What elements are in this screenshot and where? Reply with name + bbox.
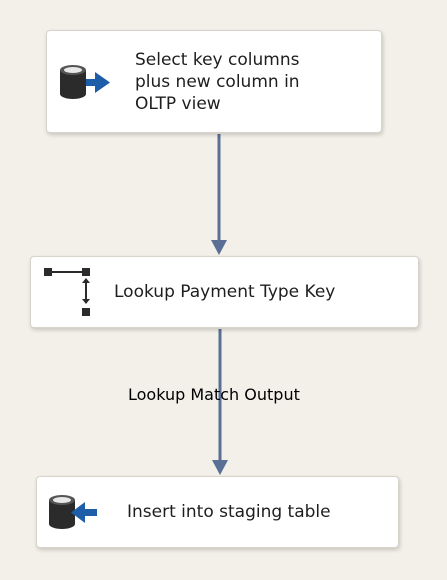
path-source-to-lookup[interactable]	[211, 134, 227, 255]
lookup-task-box[interactable]: Lookup Payment Type Key	[30, 256, 419, 328]
database-source-icon	[60, 64, 110, 99]
source-task-box[interactable]: Select key columns plus new column in OL…	[46, 30, 382, 133]
database-destination-icon	[49, 495, 97, 529]
destination-task-box[interactable]: Insert into staging table	[36, 476, 399, 548]
source-task-label: Select key columns plus new column in OL…	[135, 49, 300, 114]
lookup-icon	[44, 268, 90, 316]
data-flow-canvas[interactable]: Select key columns plus new column in OL…	[0, 0, 447, 580]
path-label-lookup-match-output: Lookup Match Output	[128, 385, 300, 404]
destination-task-label: Insert into staging table	[127, 502, 331, 522]
lookup-task-label: Lookup Payment Type Key	[114, 282, 336, 302]
